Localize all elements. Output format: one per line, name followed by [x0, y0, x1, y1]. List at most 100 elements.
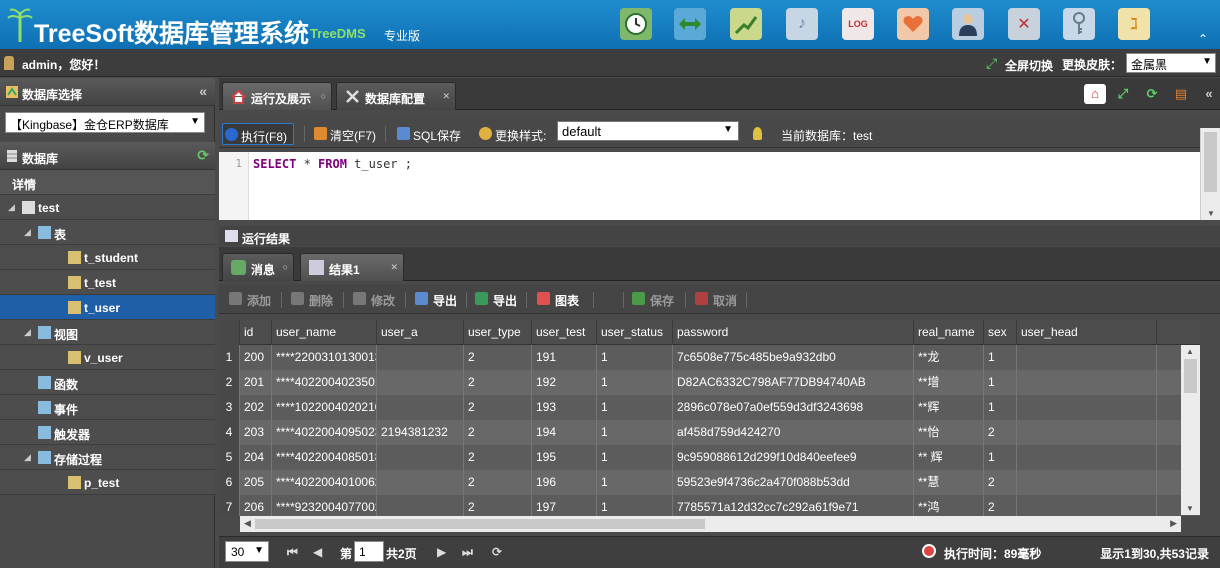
home-icon[interactable]: ⌂	[1084, 84, 1106, 104]
tools-icon[interactable]: ✕	[1008, 8, 1040, 40]
collapse-right-icon[interactable]: «	[1198, 84, 1220, 104]
table-cell[interactable]: 1	[597, 470, 673, 495]
arrows-icon[interactable]	[674, 8, 706, 40]
database-select[interactable]: 【Kingbase】金仓ERP数据库 ▼	[5, 112, 205, 133]
table-cell[interactable]	[1017, 470, 1157, 495]
fullscreen-icon[interactable]: ⤢	[986, 55, 1002, 71]
table-cell[interactable]: af458d759d424270	[673, 420, 914, 445]
refresh-icon[interactable]: ⟳	[197, 147, 209, 164]
tree-item[interactable]: ◢ 视图	[0, 320, 215, 345]
close-icon[interactable]: ✕	[442, 91, 450, 102]
expand-arrow-icon[interactable]: ◢	[8, 202, 15, 213]
table-row[interactable]: 7 206 ****92320040770028 2 197 1 7785571a12d32…	[219, 495, 1200, 516]
tab-menu-icon[interactable]: ○	[321, 91, 326, 101]
tab-messages[interactable]: 消息 ○	[222, 253, 294, 281]
table-cell[interactable]: **龙	[914, 345, 984, 370]
table-cell[interactable]: 2	[984, 470, 1017, 495]
collapse-up-icon[interactable]: ⌃	[1198, 32, 1208, 46]
page-size-select[interactable]: 30 ▼	[225, 541, 269, 562]
column-header[interactable]: id	[240, 320, 272, 345]
last-page-icon[interactable]: ⏭	[462, 545, 473, 560]
table-cell[interactable]: 201	[240, 370, 272, 395]
style-select[interactable]: default ▼	[557, 121, 739, 141]
table-cell[interactable]: 2	[464, 345, 532, 370]
add-button[interactable]: 添加	[229, 292, 271, 309]
column-header[interactable]: user_status	[597, 320, 673, 345]
export-button-1[interactable]: 导出	[415, 292, 457, 309]
page-number-input[interactable]: 1	[354, 541, 384, 562]
tree-item[interactable]: t_student	[0, 245, 215, 270]
table-cell[interactable]: ****2200310130013	[272, 345, 377, 370]
table-cell[interactable]: 191	[532, 345, 597, 370]
table-cell[interactable]: 1	[984, 345, 1017, 370]
table-cell[interactable]: 2	[464, 495, 532, 516]
delete-button[interactable]: 删除	[291, 292, 333, 309]
table-cell[interactable]: 2	[984, 495, 1017, 516]
table-cell[interactable]: 1	[597, 345, 673, 370]
table-cell[interactable]: 7785571a12d32cc7c292a61f9e71	[673, 495, 914, 516]
table-cell[interactable]: **怡	[914, 420, 984, 445]
table-cell[interactable]: ** 辉	[914, 445, 984, 470]
table-row[interactable]: 5 204 ****4022004085018 2 195 1 9c959088612d29…	[219, 445, 1200, 470]
cancel-button[interactable]: 取消	[695, 292, 737, 309]
reload-icon[interactable]: ⟳	[492, 545, 502, 559]
scrollbar-thumb[interactable]	[255, 519, 705, 529]
tree-item[interactable]: p_test	[0, 470, 215, 495]
table-cell[interactable]: 202	[240, 395, 272, 420]
user-icon[interactable]	[952, 8, 984, 40]
expand-arrow-icon[interactable]: ◢	[24, 452, 31, 463]
table-cell[interactable]: 1	[597, 445, 673, 470]
table-cell[interactable]: 7c6508e775c485be9a932db0	[673, 345, 914, 370]
scrollbar-thumb[interactable]	[1204, 132, 1217, 192]
column-header[interactable]: password	[673, 320, 914, 345]
tab-result-1[interactable]: 结果1 ✕	[300, 253, 404, 281]
table-cell[interactable]: 195	[532, 445, 597, 470]
table-cell[interactable]: ****4022004010062	[272, 470, 377, 495]
table-row[interactable]: 6 205 ****4022004010062 2 196 1 59523e9f4736c2…	[219, 470, 1200, 495]
clock-icon[interactable]	[620, 8, 652, 40]
grid-horizontal-scrollbar[interactable]: ◀ ▶	[240, 516, 1181, 532]
music-icon[interactable]: ♪	[786, 8, 818, 40]
table-cell[interactable]	[377, 445, 464, 470]
table-cell[interactable]: 2	[464, 445, 532, 470]
table-cell[interactable]: D82AC6332C798AF77DB94740AB	[673, 370, 914, 395]
scroll-down-icon[interactable]: ▼	[1207, 209, 1215, 218]
table-cell[interactable]	[1017, 420, 1157, 445]
tab-menu-icon[interactable]: ○	[283, 262, 288, 272]
table-cell[interactable]: ****40220040235015	[272, 370, 377, 395]
column-header[interactable]: user_type	[464, 320, 532, 345]
table-cell[interactable]: 2896c078e07a0ef559d3df3243698	[673, 395, 914, 420]
table-cell[interactable]: 1	[597, 395, 673, 420]
refresh-icon[interactable]: ⟳	[1141, 84, 1163, 104]
tree-item[interactable]: 函数	[0, 370, 215, 395]
table-cell[interactable]	[1017, 495, 1157, 516]
column-header[interactable]: user_head	[1017, 320, 1157, 345]
window-icon[interactable]: ▤	[1170, 84, 1192, 104]
table-cell[interactable]	[1017, 445, 1157, 470]
table-cell[interactable]: 1	[597, 420, 673, 445]
table-cell[interactable]: 59523e9f4736c2a470f088b53dd	[673, 470, 914, 495]
tree-item[interactable]: ◢ 存储过程	[0, 445, 215, 470]
tree-item[interactable]: 触发器	[0, 420, 215, 445]
tree-item[interactable]: t_test	[0, 270, 215, 295]
sql-save-button[interactable]: SQL保存	[395, 123, 461, 145]
table-row[interactable]: 3 202 ****1022004020210 2 193 1 2896c078e07a0e…	[219, 395, 1200, 420]
next-page-icon[interactable]: ▶	[437, 545, 446, 559]
table-cell[interactable]: 1	[984, 395, 1017, 420]
scroll-right-icon[interactable]: ▶	[1170, 518, 1177, 529]
save-button[interactable]: 保存	[632, 292, 674, 309]
expand-icon[interactable]: ⤢	[1112, 84, 1134, 104]
tree-item[interactable]: t_user	[0, 295, 215, 320]
table-cell[interactable]: 193	[532, 395, 597, 420]
table-cell[interactable]: 2	[464, 420, 532, 445]
clear-button[interactable]: 清空(F7)	[312, 123, 376, 145]
table-cell[interactable]: ****1022004020210	[272, 395, 377, 420]
tree-item[interactable]: v_user	[0, 345, 215, 370]
key-icon[interactable]	[1063, 8, 1095, 40]
chart-button[interactable]: 图表	[537, 292, 579, 309]
table-cell[interactable]: ****4022004095023	[272, 420, 377, 445]
table-cell[interactable]: **辉	[914, 395, 984, 420]
table-cell[interactable]	[377, 345, 464, 370]
table-cell[interactable]	[377, 495, 464, 516]
table-cell[interactable]: 203	[240, 420, 272, 445]
